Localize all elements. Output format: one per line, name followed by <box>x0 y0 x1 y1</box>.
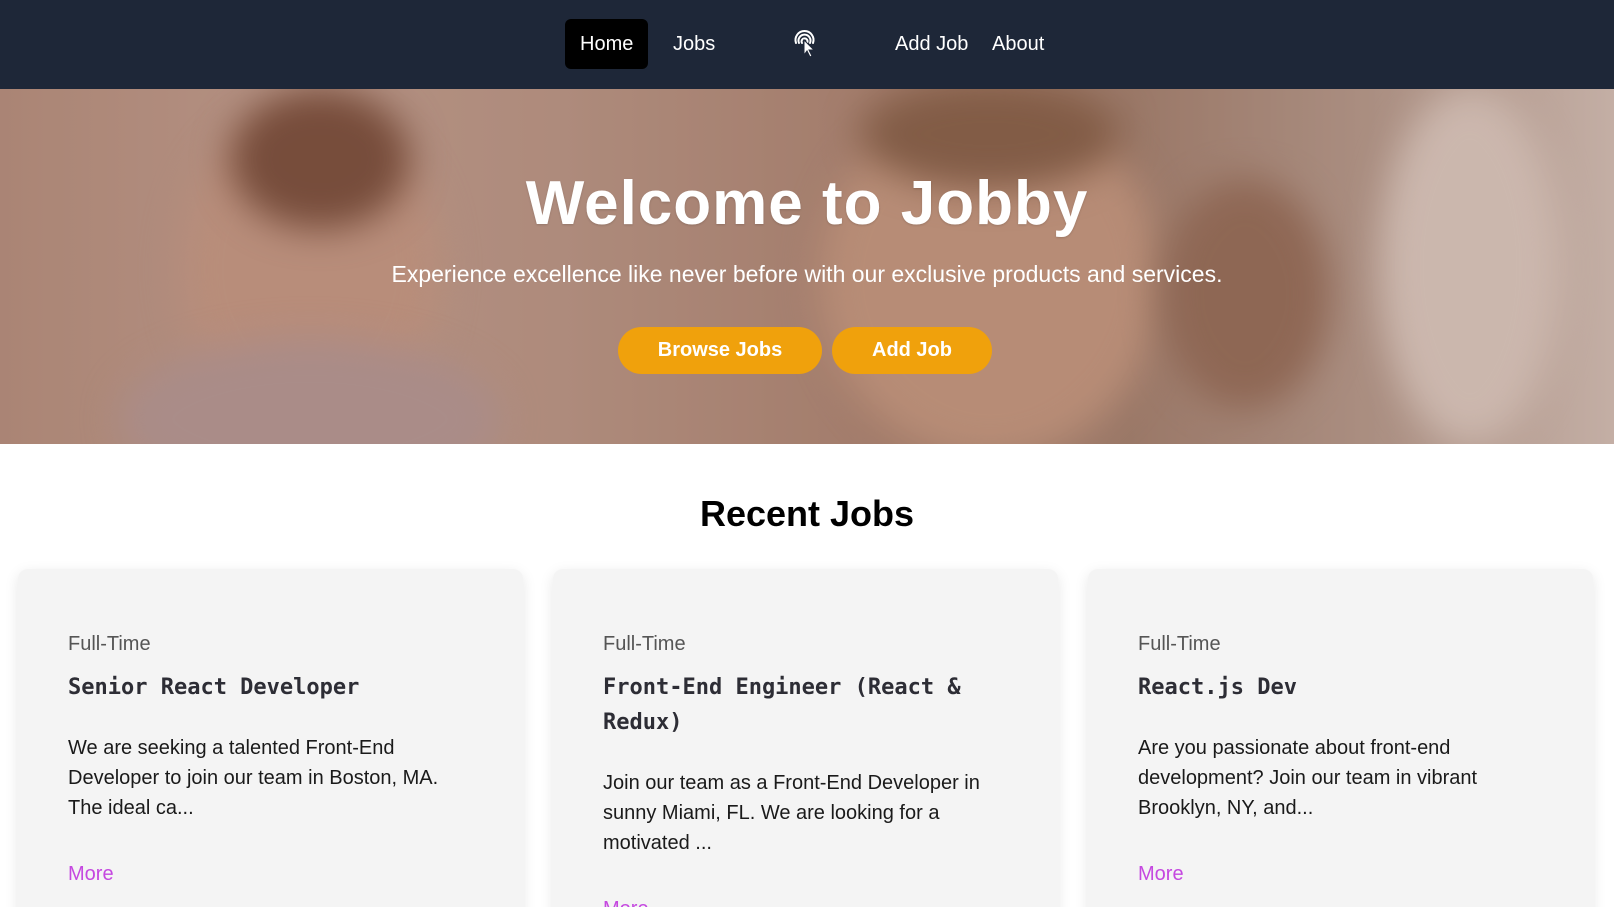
job-title: Senior React Developer <box>68 675 360 700</box>
nav-add-job-link[interactable]: Add Job <box>880 19 983 69</box>
hero-title: Welcome to Jobby <box>525 169 1089 238</box>
job-type: Full-Time <box>603 633 686 655</box>
job-description: We are seeking a talented Front-End Deve… <box>68 737 439 819</box>
hero-subtitle: Experience excellence like never before … <box>391 261 1223 287</box>
nav-jobs-link[interactable]: Jobs <box>658 19 730 69</box>
recent-jobs-heading: Recent Jobs <box>699 493 915 534</box>
job-card: Full-Time Front-End Engineer (React & Re… <box>553 569 1058 907</box>
job-more-link[interactable]: More <box>603 898 649 907</box>
job-description: Are you passionate about front-end devel… <box>1138 737 1478 819</box>
job-title: React.js Dev <box>1138 675 1297 700</box>
browse-jobs-button[interactable]: Browse Jobs <box>618 327 822 374</box>
job-type: Full-Time <box>1138 633 1221 655</box>
job-title: Front-End Engineer (React & Redux) <box>603 675 961 735</box>
hero-banner: Welcome to Jobby Experience excellence l… <box>0 89 1614 444</box>
add-job-button[interactable]: Add Job <box>832 327 992 374</box>
pointer-tap-icon[interactable] <box>788 26 822 60</box>
job-card: Full-Time Senior React Developer We are … <box>18 569 523 907</box>
navbar: Home Jobs Add Job About <box>0 0 1614 89</box>
job-card: Full-Time React.js Dev Are you passionat… <box>1088 569 1593 907</box>
job-type: Full-Time <box>68 633 151 655</box>
nav-about-link[interactable]: About <box>977 19 1059 69</box>
job-description: Join our team as a Front-End Developer i… <box>603 772 980 854</box>
job-more-link[interactable]: More <box>68 863 114 886</box>
nav-home-link[interactable]: Home <box>565 19 649 69</box>
job-more-link[interactable]: More <box>1138 863 1184 886</box>
